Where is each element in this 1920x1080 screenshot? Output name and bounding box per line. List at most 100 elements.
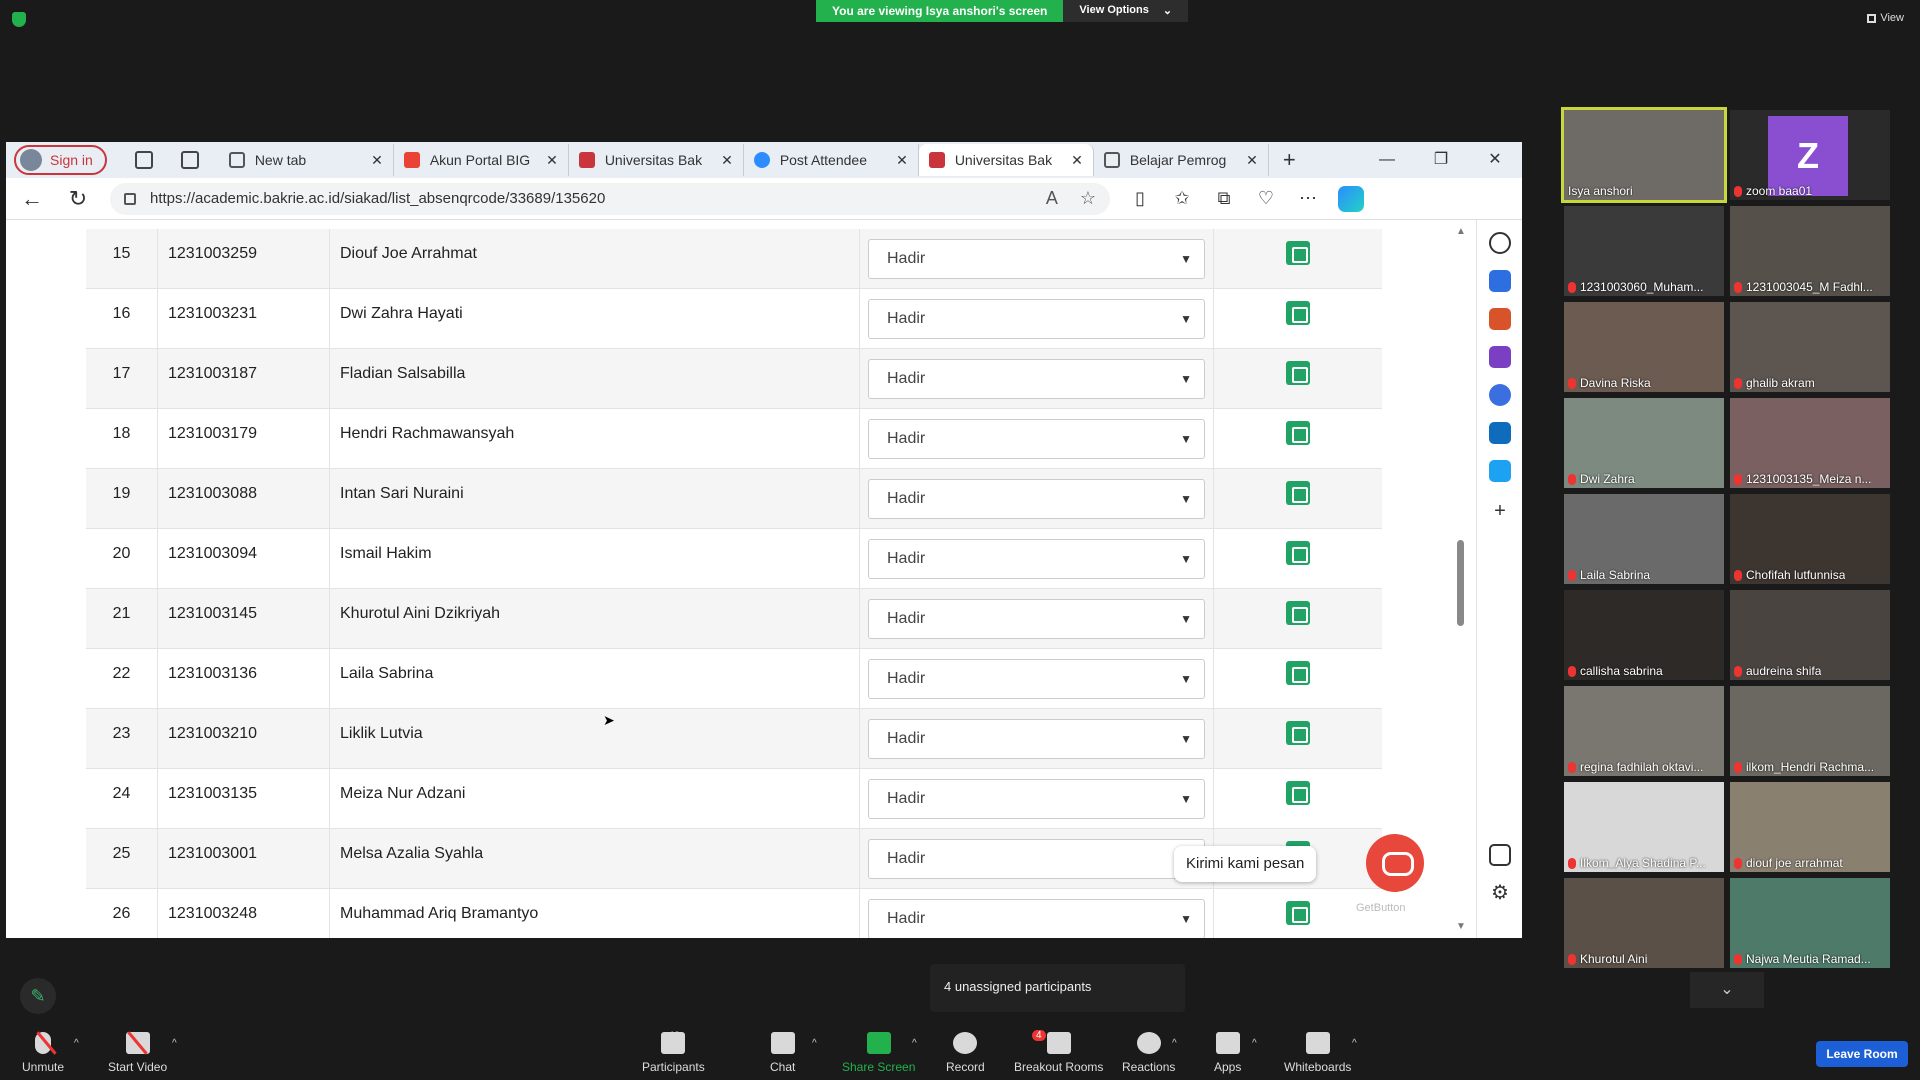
read-aloud-icon[interactable]: A — [1046, 188, 1058, 209]
scroll-down-arrow-icon[interactable]: ▼ — [1456, 921, 1466, 932]
minimize-icon[interactable]: — — [1360, 142, 1414, 178]
status-select[interactable]: Hadir▼ — [868, 479, 1205, 519]
favorites-icon[interactable]: ✩ — [1170, 188, 1194, 209]
whiteboards-button[interactable]: Whiteboards — [1284, 1032, 1351, 1074]
save-icon[interactable] — [1286, 541, 1310, 565]
participant-tile[interactable]: Khurotul Aini — [1564, 878, 1724, 968]
breakout-rooms-button[interactable]: 4 Breakout Rooms — [1014, 1030, 1103, 1074]
apps-button[interactable]: Apps — [1214, 1032, 1241, 1074]
save-icon[interactable] — [1286, 601, 1310, 625]
start-video-button[interactable]: Start Video — [108, 1032, 167, 1074]
tools-icon[interactable] — [1489, 308, 1511, 330]
chat-bubble-icon[interactable] — [1366, 834, 1424, 892]
participant-tile[interactable]: Zzoom baa01 — [1730, 110, 1890, 200]
status-select[interactable]: Hadir▼ — [868, 239, 1205, 279]
back-arrow-icon[interactable]: ← — [18, 186, 46, 212]
save-icon[interactable] — [1286, 901, 1310, 925]
sign-in-button[interactable]: Sign in — [14, 145, 107, 175]
annotate-pen-icon[interactable]: ✎ — [20, 978, 56, 1014]
participant-tile[interactable]: Najwa Meutia Ramad... — [1730, 878, 1890, 968]
close-icon[interactable]: ✕ — [371, 152, 383, 169]
settings-gear-icon[interactable]: ⚙ — [1489, 882, 1511, 904]
more-menu-icon[interactable]: ⋯ — [1296, 188, 1320, 209]
view-options-button[interactable]: View Options ⌄ — [1063, 0, 1189, 22]
tab-akun-portal[interactable]: Akun Portal BIG ✕ — [394, 144, 569, 176]
refresh-icon[interactable]: ↻ — [64, 186, 92, 212]
tab-actions-icon[interactable] — [180, 151, 199, 169]
close-icon[interactable]: ✕ — [721, 152, 733, 169]
collections-icon[interactable]: ⧉ — [1212, 188, 1236, 209]
participant-tile[interactable]: ghalib akram — [1730, 302, 1890, 392]
restore-icon[interactable]: ❐ — [1414, 142, 1468, 178]
share-screen-button[interactable]: Share Screen — [842, 1032, 915, 1074]
participant-tile[interactable]: Isya anshori — [1561, 107, 1727, 203]
shopping-tag-icon[interactable] — [1489, 270, 1511, 292]
reactions-button[interactable]: Reactions — [1122, 1032, 1175, 1074]
status-select[interactable]: Hadir▼ — [868, 539, 1205, 579]
share-options-caret-icon[interactable]: ^ — [912, 1038, 917, 1049]
participant-tile[interactable]: diouf joe arrahmat — [1730, 782, 1890, 872]
url-bar[interactable]: https://academic.bakrie.ac.id/siakad/lis… — [110, 182, 1110, 215]
page-scrollbar[interactable]: ▲ ▼ — [1454, 220, 1466, 938]
whiteboards-caret-icon[interactable]: ^ — [1352, 1038, 1357, 1049]
participant-tile[interactable]: callisha sabrina — [1564, 590, 1724, 680]
tab-universitas-bakrie-1[interactable]: Universitas Bak ✕ — [569, 144, 744, 176]
security-shield-icon[interactable] — [12, 12, 26, 27]
participant-tile[interactable]: 1231003135_Meiza n... — [1730, 398, 1890, 488]
microsoft-365-icon[interactable] — [1489, 384, 1511, 406]
browser-essentials-icon[interactable]: ♡ — [1254, 188, 1278, 209]
participant-tile[interactable]: ilkom_Hendri Rachma... — [1730, 686, 1890, 776]
participant-tile[interactable]: 1231003060_Muham... — [1564, 206, 1724, 296]
favorite-star-icon[interactable]: ☆ — [1080, 188, 1096, 209]
lock-icon[interactable] — [124, 192, 136, 205]
chat-options-caret-icon[interactable]: ^ — [812, 1038, 817, 1049]
drop-send-icon[interactable] — [1489, 460, 1511, 482]
close-icon[interactable]: ✕ — [1071, 152, 1083, 169]
scroll-up-arrow-icon[interactable]: ▲ — [1456, 226, 1466, 237]
close-icon[interactable]: ✕ — [896, 152, 908, 169]
save-icon[interactable] — [1286, 301, 1310, 325]
status-select[interactable]: Hadir▼ — [868, 599, 1205, 639]
outlook-icon[interactable] — [1489, 422, 1511, 444]
status-select[interactable]: Hadir▼ — [868, 419, 1205, 459]
sidebar-toggle-icon[interactable] — [1489, 844, 1511, 866]
gallery-next-chevron-icon[interactable]: ⌄ — [1690, 972, 1764, 1008]
status-select[interactable]: Hadir▼ — [868, 719, 1205, 759]
participant-tile[interactable]: Ilkom_Alya Shadina P... — [1564, 782, 1724, 872]
status-select[interactable]: Hadir▼ — [868, 839, 1205, 879]
participant-tile[interactable]: audreina shifa — [1730, 590, 1890, 680]
participant-tile[interactable]: regina fadhilah oktavi... — [1564, 686, 1724, 776]
tab-universitas-bakrie-active[interactable]: Universitas Bak ✕ — [918, 144, 1094, 176]
participant-tile[interactable]: Laila Sabrina — [1564, 494, 1724, 584]
participant-tile[interactable]: Davina Riska — [1564, 302, 1724, 392]
scrollbar-thumb[interactable] — [1457, 540, 1464, 626]
audio-options-caret-icon[interactable]: ^ — [74, 1038, 79, 1049]
status-select[interactable]: Hadir▼ — [868, 779, 1205, 819]
chat-button[interactable]: Chat — [770, 1032, 795, 1074]
save-icon[interactable] — [1286, 241, 1310, 265]
leave-room-button[interactable]: Leave Room — [1816, 1041, 1908, 1067]
participants-button[interactable]: 49 Participants — [642, 1030, 705, 1074]
search-icon[interactable] — [1489, 232, 1511, 254]
status-select[interactable]: Hadir▼ — [868, 299, 1205, 339]
view-button[interactable]: View — [1867, 12, 1904, 24]
save-icon[interactable] — [1286, 421, 1310, 445]
add-icon[interactable]: + — [1489, 500, 1511, 522]
tab-post-attendee[interactable]: Post Attendee ✕ — [744, 144, 919, 176]
participant-tile[interactable]: Dwi Zahra — [1564, 398, 1724, 488]
close-icon[interactable]: ✕ — [1246, 152, 1258, 169]
tab-belajar-pemrograman[interactable]: Belajar Pemrog ✕ — [1094, 144, 1269, 176]
status-select[interactable]: Hadir▼ — [868, 899, 1205, 938]
save-icon[interactable] — [1286, 661, 1310, 685]
save-icon[interactable] — [1286, 481, 1310, 505]
video-options-caret-icon[interactable]: ^ — [172, 1038, 177, 1049]
tab-new-tab[interactable]: New tab ✕ — [219, 144, 394, 176]
record-button[interactable]: Record — [946, 1032, 985, 1074]
games-icon[interactable] — [1489, 346, 1511, 368]
participant-tile[interactable]: Chofifah lutfunnisa — [1730, 494, 1890, 584]
window-close-icon[interactable]: ✕ — [1468, 142, 1522, 178]
apps-caret-icon[interactable]: ^ — [1252, 1038, 1257, 1049]
collections-icon[interactable] — [134, 151, 153, 169]
participant-tile[interactable]: 1231003045_M Fadhl... — [1730, 206, 1890, 296]
save-icon[interactable] — [1286, 361, 1310, 385]
